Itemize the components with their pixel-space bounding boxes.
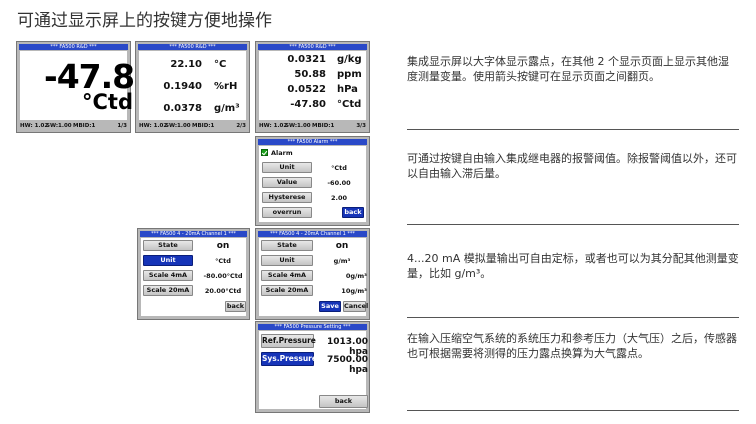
- status-bar: *** FA500 R&D ***: [258, 44, 367, 50]
- measure-unit: g/m³: [214, 103, 240, 114]
- description-display: 集成显示屏以大字体显示露点，在其他 2 个显示页面上显示其他湿度测量变量。使用箭…: [407, 55, 729, 83]
- state-value: on: [335, 241, 349, 251]
- scale-20ma-value: 20.00°Ctd: [204, 287, 242, 295]
- ref-pressure-value: 1013.00 hpa: [327, 337, 368, 357]
- sys-pressure-value: 7500.00 hpa: [327, 355, 368, 375]
- back-button[interactable]: back: [225, 301, 246, 312]
- cancel-button[interactable]: Cancel: [343, 301, 368, 312]
- state-button[interactable]: State: [261, 240, 313, 251]
- sw-version: SW:1.00: [285, 123, 311, 129]
- hysterese-value: 2.00: [330, 194, 348, 202]
- mbid: MBID:1: [73, 123, 96, 129]
- unit-value: g/m³: [333, 257, 351, 265]
- display-panel: 0.0321 g/kg 50.88 ppm 0.0522 hPa -47.80 …: [259, 51, 366, 120]
- scale-4ma-button[interactable]: Scale 4mA: [143, 270, 193, 281]
- page-indicator: 1/3: [117, 123, 127, 129]
- alarm-panel: Alarm Unit °Ctd Value -60.00 Hysterese 2…: [259, 146, 366, 222]
- unit-value: °Ctd: [331, 164, 347, 172]
- scale-20ma-value: 10g/m³: [341, 287, 367, 295]
- scale-4ma-button[interactable]: Scale 4mA: [261, 270, 313, 281]
- hw-version: HW: 1.02: [259, 123, 288, 129]
- analog-panel: State on Unit g/m³ Scale 4mA 0g/m³ Scale…: [259, 238, 368, 316]
- alarm-label: Alarm: [271, 149, 293, 157]
- alarm-screen: *** FA500 Alarm *** Alarm Unit °Ctd Valu…: [255, 136, 370, 226]
- back-button[interactable]: back: [342, 207, 364, 218]
- pressure-setting-screen: *** FA500 Pressure Setting *** Ref.Press…: [255, 321, 370, 413]
- divider: [407, 129, 739, 130]
- divider: [407, 224, 739, 225]
- screen-footer: HW: 1.02 SW:1.00 MBID:1 1/3: [20, 122, 127, 130]
- page-indicator: 2/3: [236, 123, 246, 129]
- screen-footer: HW: 1.02 SW:1.00 MBID:1 2/3: [139, 122, 246, 130]
- hw-version: HW: 1.02: [20, 123, 49, 129]
- status-bar: *** FA500 R&D ***: [19, 44, 128, 50]
- measure-value: 0.0522: [287, 84, 326, 95]
- mbid: MBID:1: [312, 123, 335, 129]
- ref-pressure-button[interactable]: Ref.Pressure: [261, 334, 316, 348]
- state-button[interactable]: State: [143, 240, 193, 251]
- measure-value: 22.10: [170, 59, 202, 70]
- threshold-value: -60.00: [327, 179, 351, 187]
- back-button[interactable]: back: [319, 395, 368, 408]
- value-button[interactable]: Value: [262, 177, 312, 188]
- sw-version: SW:1.00: [165, 123, 191, 129]
- unit-button[interactable]: Unit: [143, 255, 193, 266]
- measure-value: 0.0321: [287, 54, 326, 65]
- save-button[interactable]: Save: [319, 301, 341, 312]
- description-alarm: 可通过按键自由输入集成继电器的报警阈值。除报警阈值以外，还可以自由输入滞后量。: [407, 152, 737, 180]
- measure-value: -47.80: [290, 99, 326, 110]
- unit-button[interactable]: Unit: [262, 162, 312, 173]
- description-analog-output: 4...20 mA 模拟量输出可自由定标，或者也可以为其分配其他测量变量，比如 …: [407, 252, 739, 280]
- measure-unit: °C: [214, 59, 227, 70]
- measure-unit: g/kg: [337, 54, 362, 65]
- unit-value: °Ctd: [215, 257, 231, 265]
- measure-unit: ppm: [337, 69, 362, 80]
- status-bar: *** FA500 R&D ***: [138, 44, 247, 50]
- measure-value: 0.1940: [163, 81, 202, 92]
- measure-unit: hPa: [337, 84, 358, 95]
- scale-20ma-button[interactable]: Scale 20mA: [261, 285, 313, 296]
- display-screen-page3: *** FA500 R&D *** 0.0321 g/kg 50.88 ppm …: [255, 41, 370, 133]
- display-panel: -47.8 °Ctd: [20, 51, 135, 120]
- divider: [407, 410, 739, 411]
- status-bar: *** FA500 4 - 20mA Channel 1 ***: [140, 231, 247, 237]
- hysterese-button[interactable]: Hysterese: [262, 192, 312, 203]
- scale-20ma-button[interactable]: Scale 20mA: [143, 285, 193, 296]
- measure-value: 0.0378: [163, 103, 202, 114]
- alarm-checkbox[interactable]: [261, 149, 268, 156]
- analog-output-edit-screen: *** FA500 4 - 20mA Channel 1 *** State o…: [255, 228, 370, 320]
- measure-unit: °Ctd: [337, 99, 362, 110]
- analog-output-screen: *** FA500 4 - 20mA Channel 1 *** State o…: [137, 228, 250, 320]
- scale-4ma-value: -80.00°Ctd: [203, 272, 243, 280]
- page-indicator: 3/3: [356, 123, 366, 129]
- state-value: on: [216, 241, 230, 251]
- unit-button[interactable]: Unit: [261, 255, 313, 266]
- status-bar: *** FA500 Pressure Setting ***: [258, 324, 367, 330]
- measure-value: 50.88: [294, 69, 326, 80]
- status-bar: *** FA500 Alarm ***: [258, 139, 367, 145]
- sys-pressure-button[interactable]: Sys.Pressure: [261, 352, 317, 366]
- screen-footer: HW: 1.02 SW:1.00 MBID:1 3/3: [259, 122, 366, 130]
- divider: [407, 317, 739, 318]
- sw-version: SW:1.00: [46, 123, 72, 129]
- measure-unit: %rH: [214, 81, 238, 92]
- pressure-panel: Ref.Pressure 1013.00 hpa Sys.Pressure 75…: [259, 331, 368, 409]
- display-screen-main: *** FA500 R&D *** -47.8 °Ctd HW: 1.02 SW…: [16, 41, 135, 133]
- scale-4ma-value: 0g/m³: [345, 272, 367, 280]
- hw-version: HW: 1.02: [139, 123, 168, 129]
- description-pressure: 在输入压缩空气系统的系统压力和参考压力（大气压）之后，传感器也可根据需要将测得的…: [407, 332, 737, 360]
- mbid: MBID:1: [192, 123, 215, 129]
- analog-panel: State on Unit °Ctd Scale 4mA -80.00°Ctd …: [141, 238, 246, 316]
- page-title: 可通过显示屏上的按键方便地操作: [17, 11, 272, 31]
- overrun-button[interactable]: overrun: [262, 207, 312, 218]
- display-screen-page2: *** FA500 R&D *** 22.10 °C 0.1940 %rH 0.…: [135, 41, 250, 133]
- status-bar: *** FA500 4 - 20mA Channel 1 ***: [258, 231, 367, 237]
- display-panel: 22.10 °C 0.1940 %rH 0.0378 g/m³: [139, 51, 246, 120]
- dewpoint-unit: °Ctd: [82, 90, 133, 114]
